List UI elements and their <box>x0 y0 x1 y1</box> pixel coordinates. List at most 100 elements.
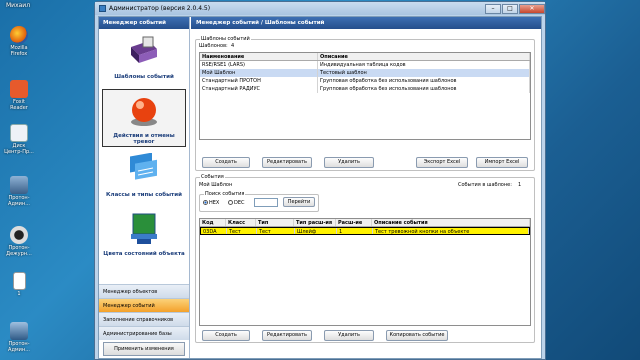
events-table: Код Класс Тип Тип расш-ия Расш-ие Описан… <box>199 218 531 326</box>
maximize-button[interactable]: □ <box>502 3 518 14</box>
column-header[interactable]: Класс <box>226 219 256 226</box>
lp-item-templates[interactable]: Шаблоны событий <box>102 30 186 88</box>
column-header[interactable]: Код <box>200 219 226 226</box>
dec-radio[interactable]: DEC <box>228 200 245 206</box>
go-button[interactable]: Перейти <box>283 197 315 207</box>
column-header[interactable]: Наименование <box>200 53 318 60</box>
table-cell: 03DA <box>201 228 227 234</box>
search-group: Поиск события HEX DEC Перейти <box>199 191 319 212</box>
import-excel-button[interactable]: Импорт Excel <box>476 157 528 168</box>
desktop-icon-label: Протон-Админ... <box>8 341 30 353</box>
close-button[interactable]: ✕ <box>519 3 545 14</box>
table-cell: Тестовый шаблон <box>318 69 530 77</box>
pdf-icon <box>10 80 28 98</box>
left-panel: Менеджер событий Шаблоны событий Действи… <box>99 17 190 358</box>
network-icon <box>10 322 28 340</box>
colors-icon <box>131 213 157 244</box>
templates-table: Наименование Описание RSE/RSE1 (LARS) Ин… <box>199 52 531 140</box>
desktop-icon-file[interactable]: 1 <box>4 272 34 297</box>
table-cell: Шлейф <box>295 228 337 234</box>
lp-item-state-colors[interactable]: Цвета состояний объекта <box>102 207 186 265</box>
search-group-title: Поиск события <box>204 191 246 197</box>
table-cell: Стандартный РАДИУС <box>200 85 318 93</box>
document-icon <box>10 124 28 142</box>
table-cell: RSE/RSE1 (LARS) <box>200 61 318 69</box>
nav-item-events[interactable]: Менеджер событий <box>99 298 189 312</box>
alarm-lamp-icon <box>131 98 157 126</box>
desktop-icon-proton-admin-2[interactable]: Протон-Админ... <box>4 322 34 353</box>
event-code-input[interactable] <box>254 198 278 207</box>
table-row[interactable]: Стандартный РАДИУС Групповая обработка б… <box>200 85 530 93</box>
event-edit-button[interactable]: Редактировать <box>262 330 312 341</box>
table-row[interactable]: Мой Шаблон Тестовый шаблон <box>200 69 530 77</box>
events-template-name: Мой Шаблон <box>199 182 233 188</box>
desktop-icon-foxit[interactable]: Foxit Reader <box>4 80 34 111</box>
table-row[interactable]: Стандартный ПРОТОН Групповая обработка б… <box>200 77 530 85</box>
desktop-icon-proton-duty[interactable]: Протон-Дежурн... <box>4 226 34 257</box>
event-create-button[interactable]: Создать <box>202 330 250 341</box>
lp-item-label: Действия и отмены тревог <box>113 133 175 145</box>
desktop-icon-firefox[interactable]: Mozilla Firefox <box>4 26 34 57</box>
templates-count: 4 <box>231 43 235 49</box>
template-edit-button[interactable]: Редактировать <box>262 157 312 168</box>
table-header: Наименование Описание <box>200 53 530 61</box>
hex-label: HEX <box>209 200 220 206</box>
apply-changes-button[interactable]: Применить изменения <box>103 342 185 356</box>
desktop-icon-label: Протон-Админ... <box>8 195 30 207</box>
table-cell: Групповая обработка без использования ша… <box>318 85 530 93</box>
template-create-button[interactable]: Создать <box>202 157 250 168</box>
template-delete-button[interactable]: Удалить <box>324 157 374 168</box>
lp-item-label: Цвета состояний объекта <box>103 251 185 257</box>
headset-icon <box>10 226 28 244</box>
export-excel-button[interactable]: Экспорт Excel <box>416 157 468 168</box>
templates-group-title: Шаблоны событий <box>200 36 251 42</box>
lp-item-alarm-actions[interactable]: Действия и отмены тревог <box>102 89 186 147</box>
lp-item-label: Шаблоны событий <box>114 74 174 80</box>
desktop-icon-label: Протон-Дежурн... <box>6 245 32 257</box>
client-area: Менеджер событий Шаблоны событий Действи… <box>98 16 542 359</box>
file-icon <box>12 272 26 290</box>
column-header[interactable]: Тип расш-ия <box>294 219 336 226</box>
title-bar[interactable]: Администратор (версия 2.0.4.5) – □ ✕ <box>95 2 545 15</box>
computer-icon <box>10 176 28 194</box>
events-group: События Мой Шаблон События в шаблоне: 1 … <box>195 174 535 343</box>
nav-item-db-admin[interactable]: Администрирование базы <box>99 326 189 340</box>
templates-group: Шаблоны событий Шаблонов: 4 Наименование… <box>195 36 535 171</box>
admin-window: Администратор (версия 2.0.4.5) – □ ✕ Мен… <box>94 1 546 360</box>
table-cell: Групповая обработка без использования ша… <box>318 77 530 85</box>
event-delete-button[interactable]: Удалить <box>324 330 374 341</box>
table-cell: 1 <box>337 228 373 234</box>
table-header: Код Класс Тип Тип расш-ия Расш-ие Описан… <box>200 219 530 227</box>
events-group-title: События <box>200 174 225 180</box>
column-header[interactable]: Описание события <box>372 219 530 226</box>
templates-icon <box>131 36 157 63</box>
left-nav: Менеджер объектов Менеджер событий Запол… <box>99 284 189 358</box>
column-header[interactable]: Описание <box>318 53 530 60</box>
column-header[interactable]: Тип <box>256 219 294 226</box>
desktop-icon-disk[interactable]: Диск Центр-Пр... <box>4 124 34 155</box>
classes-icon <box>130 152 157 180</box>
lp-item-label: Классы и типы событий <box>106 192 182 198</box>
left-panel-header: Менеджер событий <box>99 17 189 29</box>
table-row[interactable]: RSE/RSE1 (LARS) Индивидуальная таблица к… <box>200 61 530 69</box>
radio-selected-icon <box>203 200 208 205</box>
table-cell: Тест <box>227 228 257 234</box>
desktop-icon-label: Mozilla Firefox <box>10 45 28 57</box>
hex-radio[interactable]: HEX <box>203 200 219 206</box>
lp-item-classes-types[interactable]: Классы и типы событий <box>102 148 186 206</box>
table-row[interactable]: 03DA Тест Тест Шлейф 1 Тест тревожной кн… <box>200 227 530 235</box>
nav-item-directories[interactable]: Заполнение справочников <box>99 312 189 326</box>
table-cell: Тест тревожной кнопки на объекте <box>373 228 529 234</box>
nav-item-objects[interactable]: Менеджер объектов <box>99 284 189 298</box>
column-header[interactable]: Расш-ие <box>336 219 372 226</box>
desktop-icon-label: Foxit Reader <box>10 99 28 111</box>
desktop-icon-label: 1 <box>17 291 21 297</box>
events-count-label: События в шаблоне: <box>458 182 512 188</box>
table-cell: Мой Шаблон <box>200 69 318 77</box>
dec-label: DEC <box>234 200 245 206</box>
copy-event-button[interactable]: Копировать событие <box>386 330 448 341</box>
app-icon <box>99 5 106 12</box>
desktop-icon-proton-admin[interactable]: Протон-Админ... <box>4 176 34 207</box>
desktop-user-label: Михаил <box>6 2 31 9</box>
minimize-button[interactable]: – <box>485 3 501 14</box>
